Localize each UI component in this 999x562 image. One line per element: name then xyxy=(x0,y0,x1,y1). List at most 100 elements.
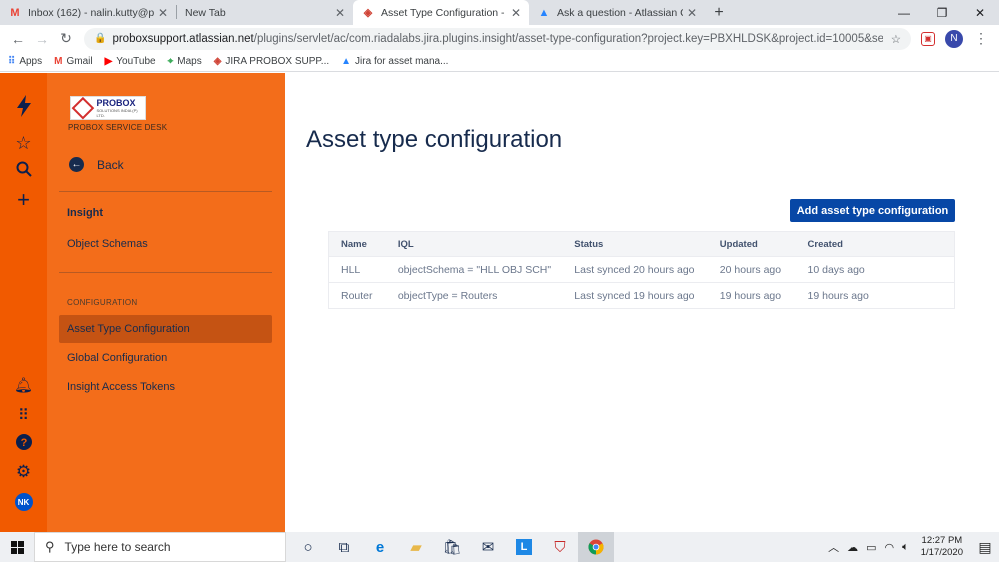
restore-icon[interactable]: ❐ xyxy=(923,0,961,25)
bookmark-label: Apps xyxy=(19,56,43,67)
jira-icon: ◈ xyxy=(213,56,222,67)
close-icon[interactable]: ✕ xyxy=(158,6,168,20)
volume-icon[interactable]: 🔈︎ xyxy=(902,541,909,554)
bookmark-apps[interactable]: ⠿ Apps xyxy=(8,56,42,67)
star-icon[interactable]: ☆ xyxy=(0,133,47,154)
probox-logo: PROBOX SOLUTIONS INDIA (P) LTD. xyxy=(70,96,146,120)
bookmark-gmail[interactable]: M Gmail xyxy=(54,56,92,67)
atlassian-icon: ▲ xyxy=(341,56,352,67)
windows-start-icon[interactable] xyxy=(0,532,34,562)
create-plus-icon[interactable]: + xyxy=(0,189,47,211)
file-explorer-icon[interactable]: ▰ xyxy=(398,532,434,562)
url-input[interactable]: 🔒 proboxsupport.atlassian.net /plugins/s… xyxy=(84,27,911,50)
cortana-icon[interactable]: ○ xyxy=(290,532,326,562)
project-sidebar: PROBOX SOLUTIONS INDIA (P) LTD. PROBOX S… xyxy=(47,73,285,532)
tab-label: Inbox (162) - nalin.kutty@probox xyxy=(28,6,154,19)
notification-bell-icon[interactable]: 🔔︎ xyxy=(0,376,47,394)
logo-mark xyxy=(71,96,94,120)
sidebar-item-object-schemas[interactable]: Object Schemas xyxy=(67,238,148,250)
bookmark-label: Jira for asset mana... xyxy=(355,56,449,67)
search-icon[interactable] xyxy=(0,161,47,177)
windows-taskbar: ⚲ Type here to search ○ ⧉ e ▰ 🛍︎ ✉ L ⛉ ︿… xyxy=(0,532,999,562)
maps-icon: ⌖ xyxy=(167,56,174,67)
gmail-icon: M xyxy=(54,56,63,67)
jira-icon: ◈ xyxy=(363,7,373,19)
extension-icon[interactable]: ▣ xyxy=(921,31,935,46)
youtube-icon: ▶ xyxy=(104,56,113,67)
clock-date: 1/17/2020 xyxy=(920,547,963,558)
action-center-icon[interactable]: ▤ xyxy=(971,539,999,556)
bookmark-star-icon[interactable]: ☆ xyxy=(883,32,901,46)
bookmark-jira-probox[interactable]: ◈ JIRA PROBOX SUPP... xyxy=(214,56,329,67)
app-l-icon[interactable]: L xyxy=(506,532,542,562)
tab-gmail[interactable]: M Inbox (162) - nalin.kutty@probox ✕ xyxy=(0,0,176,25)
tab-label: Ask a question - Atlassian Comm xyxy=(557,6,683,19)
table-row[interactable]: Router objectType = Routers Last synced … xyxy=(329,282,954,308)
cell-created: 19 hours ago xyxy=(807,289,869,302)
system-tray: ︿ ☁ ▭ ◠ 🔈︎ 12:27 PM 1/17/2020 ▤ xyxy=(824,532,999,562)
minimize-icon[interactable]: — xyxy=(885,0,923,25)
jira-logo-icon[interactable] xyxy=(0,95,47,117)
bookmark-label: YouTube xyxy=(116,56,156,67)
task-view-icon[interactable]: ⧉ xyxy=(326,532,362,562)
column-header-status: Status xyxy=(574,238,604,250)
new-tab-button[interactable]: + xyxy=(705,0,733,25)
column-header-updated: Updated xyxy=(719,238,758,250)
tab-ask-a-question[interactable]: ▲ Ask a question - Atlassian Comm ✕ xyxy=(529,0,705,25)
forward-arrow-icon[interactable]: → xyxy=(30,27,54,51)
tab-label: New Tab xyxy=(185,6,226,19)
user-avatar[interactable]: NK xyxy=(0,493,47,511)
help-icon[interactable]: ? xyxy=(0,434,47,450)
window-controls: — ❐ ✕ xyxy=(885,0,999,25)
close-icon[interactable]: ✕ xyxy=(687,6,697,20)
taskbar-search-input[interactable]: ⚲ Type here to search xyxy=(34,532,286,562)
tray-chevron-icon[interactable]: ︿ xyxy=(828,539,839,555)
settings-gear-icon[interactable]: ⚙ xyxy=(0,462,47,482)
sidebar-divider xyxy=(59,191,272,192)
more-menu-icon[interactable]: ⋮ xyxy=(969,27,993,51)
gmail-icon: M xyxy=(10,6,20,19)
sidebar-item-global-configuration[interactable]: Global Configuration xyxy=(67,352,167,364)
reload-icon[interactable]: ↻ xyxy=(54,27,78,51)
back-arrow-icon: ← xyxy=(69,157,84,172)
logo-text: PROBOX xyxy=(96,97,136,108)
bookmarks-bar: ⠿ Apps M Gmail ▶ YouTube ⌖ Maps ◈ JIRA PROBOX… xyxy=(0,52,999,72)
column-header-iql: IQL xyxy=(397,238,414,250)
chrome-icon[interactable] xyxy=(578,532,614,562)
logo-subtext: SOLUTIONS INDIA (P) LTD. xyxy=(96,107,138,118)
clock[interactable]: 12:27 PM 1/17/2020 xyxy=(921,535,963,559)
close-icon[interactable]: ✕ xyxy=(335,6,345,20)
battery-icon[interactable]: ▭ xyxy=(866,541,876,554)
profile-avatar[interactable]: N xyxy=(945,29,963,48)
project-name: PROBOX SERVICE DESK xyxy=(68,123,168,132)
sidebar-item-insight[interactable]: Insight xyxy=(67,207,103,219)
close-window-icon[interactable]: ✕ xyxy=(961,0,999,25)
onedrive-icon[interactable]: ☁ xyxy=(847,541,858,554)
mcafee-icon[interactable]: ⛉ xyxy=(542,532,578,562)
back-arrow-icon[interactable]: ← xyxy=(6,27,30,51)
app-switcher-icon[interactable]: ⠿ xyxy=(0,406,47,424)
edge-icon[interactable]: e xyxy=(362,532,398,562)
main-content: Asset type configuration Add asset type … xyxy=(285,73,999,532)
sidebar-item-asset-type-configuration[interactable]: Asset Type Configuration xyxy=(67,323,190,335)
close-icon[interactable]: ✕ xyxy=(511,6,521,20)
atlassian-icon: ▲ xyxy=(538,6,550,19)
sidebar-item-insight-access-tokens[interactable]: Insight Access Tokens xyxy=(67,381,175,393)
bookmark-label: JIRA PROBOX SUPP... xyxy=(225,56,330,67)
mail-icon[interactable]: ✉ xyxy=(470,532,506,562)
tab-asset-type-configuration[interactable]: ◈ Asset Type Configuration - PROB ✕ xyxy=(353,0,529,25)
store-icon[interactable]: 🛍︎ xyxy=(434,532,470,562)
svg-text:?: ? xyxy=(20,437,27,449)
table-row[interactable]: HLL objectSchema = "HLL OBJ SCH" Last sy… xyxy=(329,256,954,282)
back-link[interactable]: ← Back xyxy=(69,157,124,172)
bookmark-jira-asset[interactable]: ▲ Jira for asset mana... xyxy=(341,56,448,67)
add-asset-type-configuration-button[interactable]: Add asset type configuration xyxy=(790,199,955,222)
bookmark-maps[interactable]: ⌖ Maps xyxy=(168,56,202,67)
browser-tab-strip: M Inbox (162) - nalin.kutty@probox ✕ New… xyxy=(0,0,999,25)
bookmark-youtube[interactable]: ▶ YouTube xyxy=(105,56,156,67)
url-path: /plugins/servlet/ac/com.riadalabs.jira.p… xyxy=(253,32,883,45)
wifi-icon[interactable]: ◠ xyxy=(885,541,895,554)
tab-new-tab[interactable]: New Tab ✕ xyxy=(177,0,353,25)
bookmark-label: Maps xyxy=(177,56,202,67)
cell-name: Router xyxy=(341,289,373,302)
